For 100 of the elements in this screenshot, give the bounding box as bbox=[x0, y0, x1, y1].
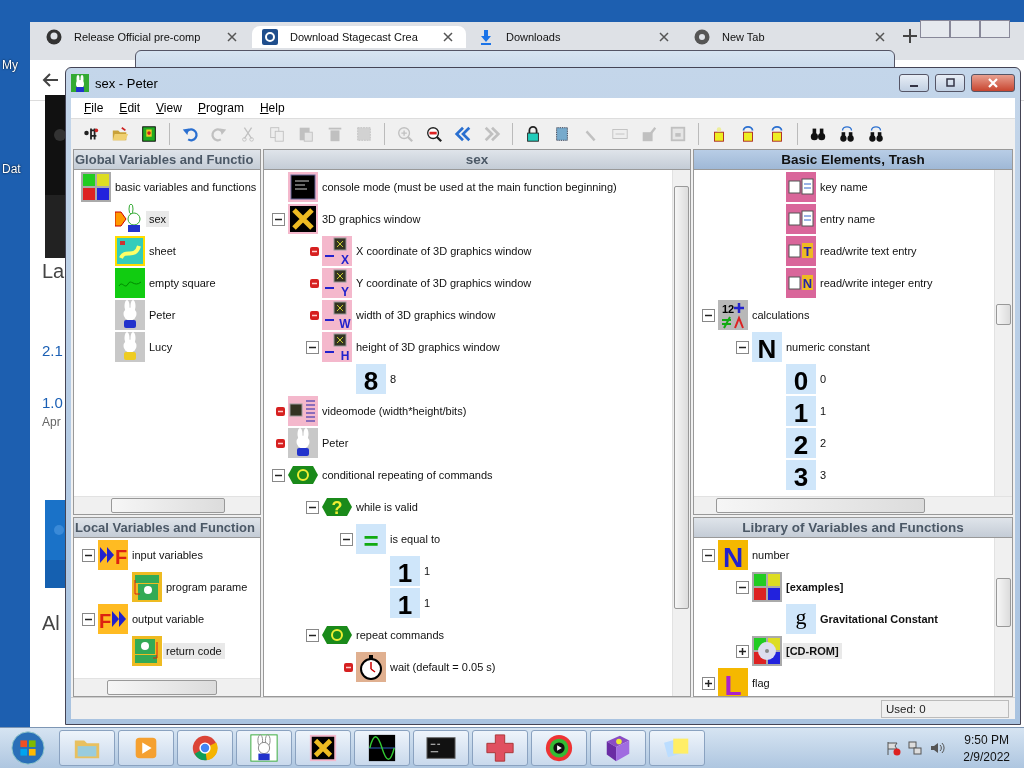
tree-item[interactable]: 3D graphics window bbox=[319, 211, 424, 227]
close-button[interactable] bbox=[971, 74, 1015, 92]
menu-item[interactable]: Program bbox=[190, 99, 251, 117]
tree-item[interactable]: key name bbox=[817, 179, 871, 195]
tree-item[interactable]: numeric constant bbox=[783, 339, 873, 355]
tree-item[interactable]: 1 bbox=[421, 563, 434, 579]
expand-button[interactable] bbox=[736, 644, 749, 658]
back-icon[interactable] bbox=[42, 71, 60, 89]
collapse-button[interactable] bbox=[306, 500, 319, 514]
tree-item[interactable]: console mode (must be used at the main function beginning) bbox=[319, 179, 620, 195]
vertical-scrollbar[interactable] bbox=[994, 538, 1012, 696]
double-left-icon[interactable] bbox=[454, 125, 472, 143]
tree-item[interactable]: read/write integer entry bbox=[817, 275, 936, 291]
undo-icon[interactable] bbox=[181, 125, 199, 143]
minimize-button[interactable] bbox=[899, 74, 929, 92]
desktop-icon-label[interactable]: Dat bbox=[2, 162, 21, 176]
tree-item[interactable]: Gravitational Constant bbox=[817, 611, 941, 627]
tree-item[interactable]: output variable bbox=[129, 611, 208, 627]
tree-item[interactable]: basic variables and functions bbox=[112, 179, 260, 195]
tree-item[interactable]: flag bbox=[749, 675, 773, 691]
browser-tab[interactable]: Release Official pre-comp bbox=[36, 26, 250, 48]
tree-item[interactable]: Lucy bbox=[146, 339, 176, 355]
taskbar-button[interactable] bbox=[531, 730, 587, 766]
tree-item[interactable]: 1 bbox=[421, 595, 434, 611]
tree-item[interactable]: 8 bbox=[387, 371, 400, 387]
menu-item[interactable]: View bbox=[149, 99, 189, 117]
horizontal-scrollbar[interactable] bbox=[74, 496, 260, 514]
tree-item[interactable]: 1 bbox=[817, 403, 830, 419]
horizontal-scrollbar[interactable] bbox=[74, 678, 260, 696]
tree-item[interactable]: return code bbox=[163, 643, 225, 659]
tree-item[interactable]: Y coordinate of 3D graphics window bbox=[353, 275, 535, 291]
tree-item[interactable]: height of 3D graphics window bbox=[353, 339, 503, 355]
tree-item[interactable]: empty square bbox=[146, 275, 219, 291]
browser-tab[interactable]: Download Stagecast Crea bbox=[252, 26, 466, 48]
tree-item[interactable]: calculations bbox=[749, 307, 813, 323]
taskbar-button[interactable] bbox=[413, 730, 469, 766]
collapse-button[interactable] bbox=[702, 548, 715, 562]
taskbar-button[interactable] bbox=[590, 730, 646, 766]
tree-item[interactable]: is equal to bbox=[387, 531, 444, 547]
tree-item[interactable]: program parame bbox=[163, 579, 251, 595]
tree-item[interactable]: X coordinate of 3D graphics window bbox=[353, 243, 535, 259]
collapse-button[interactable] bbox=[272, 212, 285, 226]
version-link[interactable]: 1.0 bbox=[42, 394, 63, 411]
binoculars-previous-icon[interactable] bbox=[838, 125, 856, 143]
taskbar-button[interactable] bbox=[295, 730, 351, 766]
zoom-out-icon[interactable] bbox=[425, 125, 443, 143]
tree-item[interactable]: videomode (width*height/bits) bbox=[319, 403, 470, 419]
lock-icon[interactable] bbox=[524, 125, 542, 143]
binoculars-next-icon[interactable] bbox=[867, 125, 885, 143]
expand-button[interactable] bbox=[702, 676, 715, 690]
tree-item[interactable]: read/write text entry bbox=[817, 243, 920, 259]
version-link[interactable]: 2.1 bbox=[42, 342, 63, 359]
collapse-button[interactable] bbox=[736, 340, 749, 354]
menu-item[interactable]: Help bbox=[252, 99, 292, 117]
tree-item[interactable]: 3 bbox=[817, 467, 830, 483]
grid-icon[interactable] bbox=[553, 125, 571, 143]
browser-tab[interactable]: New Tab bbox=[684, 26, 898, 48]
close-button[interactable] bbox=[980, 20, 1010, 38]
tree-item[interactable]: 2 bbox=[817, 435, 830, 451]
clock-date[interactable]: 2/9/2022 bbox=[963, 749, 1010, 764]
book-icon[interactable] bbox=[140, 125, 158, 143]
collapse-button[interactable] bbox=[736, 580, 749, 594]
collapse-button[interactable] bbox=[306, 340, 319, 354]
desktop-icon-label[interactable]: My bbox=[2, 58, 18, 72]
network-icon[interactable] bbox=[907, 740, 924, 756]
vertical-scrollbar[interactable] bbox=[672, 170, 690, 696]
tree-item[interactable]: [examples] bbox=[783, 579, 847, 595]
collapse-button[interactable] bbox=[702, 308, 715, 322]
browser-tab[interactable]: Downloads bbox=[468, 26, 682, 48]
collapse-button[interactable] bbox=[340, 532, 353, 546]
tree-item[interactable]: 0 bbox=[817, 371, 830, 387]
tree-item[interactable]: Peter bbox=[319, 435, 352, 451]
volume-icon[interactable] bbox=[929, 740, 946, 756]
tree-item[interactable]: width of 3D graphics window bbox=[353, 307, 499, 323]
flag-icon[interactable] bbox=[885, 740, 902, 756]
taskbar-button[interactable] bbox=[236, 730, 292, 766]
taskbar-button[interactable] bbox=[354, 730, 410, 766]
maximize-button[interactable] bbox=[935, 74, 965, 92]
collapse-button[interactable] bbox=[82, 548, 95, 562]
tree-item[interactable]: sex bbox=[146, 211, 170, 227]
tree-item[interactable]: sheet bbox=[146, 243, 179, 259]
tree-item[interactable]: repeat commands bbox=[353, 627, 448, 643]
new-tab-icon[interactable] bbox=[900, 26, 920, 46]
maximize-button[interactable] bbox=[950, 20, 980, 38]
tree-item[interactable]: wait (default = 0.05 s) bbox=[387, 659, 499, 675]
tree-item[interactable]: [CD-ROM] bbox=[783, 643, 842, 659]
menu-item[interactable]: File bbox=[77, 99, 111, 117]
menu-item[interactable]: Edit bbox=[112, 99, 148, 117]
tree-item[interactable]: number bbox=[749, 547, 793, 563]
tree-item[interactable]: entry name bbox=[817, 211, 879, 227]
tree-item[interactable]: while is valid bbox=[353, 499, 421, 515]
horizontal-scrollbar[interactable] bbox=[694, 496, 1012, 514]
clock-time[interactable]: 9:50 PM bbox=[964, 732, 1009, 747]
collapse-button[interactable] bbox=[306, 628, 319, 642]
tree-item[interactable]: conditional repeating of commands bbox=[319, 467, 496, 483]
tree-item[interactable]: Peter bbox=[146, 307, 179, 323]
tree-item[interactable]: input variables bbox=[129, 547, 206, 563]
collapse-button[interactable] bbox=[82, 612, 95, 626]
vertical-scrollbar[interactable] bbox=[994, 170, 1012, 496]
collapse-button[interactable] bbox=[272, 468, 285, 482]
